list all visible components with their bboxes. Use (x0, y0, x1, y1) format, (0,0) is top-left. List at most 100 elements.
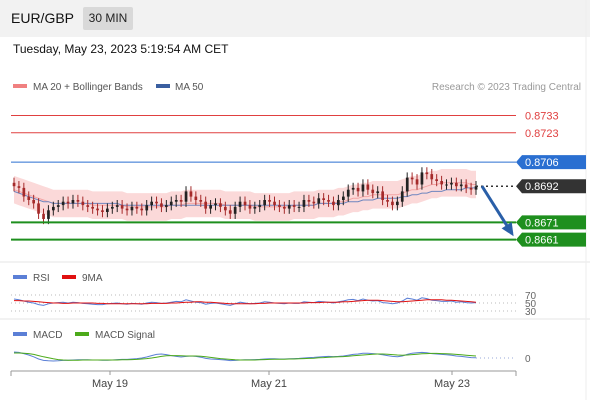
candle-body (22, 187, 26, 197)
rsi-tick-label: 30 (525, 307, 537, 318)
candle-body (42, 213, 45, 219)
candle-body (76, 200, 80, 202)
support-label: 0.8661 (525, 235, 559, 247)
candle-body (400, 191, 404, 202)
candle-body (238, 201, 242, 207)
rsi-ma-legend-swatch (62, 275, 76, 279)
candle-body (209, 205, 212, 209)
candle-body (420, 172, 424, 185)
macd-signal-legend-label: MACD Signal (95, 330, 155, 341)
candle-body (130, 206, 134, 211)
candle-body (27, 196, 31, 200)
candle-body (440, 181, 443, 185)
candle-body (366, 184, 370, 190)
candle-body (174, 200, 178, 202)
candle-body (469, 187, 473, 190)
candle-body (297, 206, 301, 208)
candle-body (194, 196, 198, 200)
candle-body (425, 172, 429, 175)
last-price-label: 0.8692 (525, 181, 559, 193)
candle-body (258, 205, 262, 207)
candle-body (228, 210, 232, 214)
candle-body (405, 177, 409, 192)
candle-body (253, 206, 257, 209)
candle-body (307, 200, 311, 202)
candle-body (356, 187, 360, 192)
candle-body (86, 205, 90, 207)
candle-body (204, 201, 207, 209)
candle-body (224, 206, 227, 211)
candle-body (351, 187, 355, 190)
candle-body (111, 206, 114, 209)
macd-legend-label: MACD (33, 330, 62, 341)
macd-panel: 0 (13, 351, 531, 365)
candle-body (91, 206, 94, 209)
candle-body (115, 205, 119, 207)
macd-legend-swatch (13, 332, 27, 336)
candle-body (52, 206, 55, 211)
candle-body (371, 189, 375, 194)
candle-body (386, 200, 389, 202)
pivot-label: 0.8706 (525, 157, 559, 169)
ma50-legend-swatch (156, 84, 170, 88)
candle-body (140, 208, 144, 211)
candle-body (125, 208, 129, 211)
candle-body (71, 200, 75, 204)
candle-body (219, 203, 222, 207)
candle-body (346, 189, 350, 197)
candle-body (376, 191, 380, 194)
candle-body (342, 196, 345, 200)
candle-body (233, 206, 237, 214)
candle-body (327, 200, 330, 202)
candle-body (283, 206, 286, 209)
candle-body (263, 200, 266, 206)
rsi-panel: 705030 (11, 291, 537, 318)
candle-body (430, 174, 434, 180)
candle-body (312, 201, 316, 204)
candle-body (391, 201, 394, 206)
chart-canvas: MA 20 + Bollinger Bands MA 50 Research ©… (0, 0, 590, 400)
candle-body (56, 205, 60, 207)
candle-body (37, 203, 40, 214)
x-axis: May 19 May 21 May 23 (92, 371, 470, 390)
candle-body (332, 201, 335, 206)
candle-body (410, 177, 414, 180)
candle-body (101, 210, 104, 212)
candle-body (214, 203, 217, 206)
candle-body (292, 205, 296, 207)
candle-body (278, 205, 281, 207)
candle-body (32, 200, 35, 204)
candle-body (268, 200, 271, 202)
resistance-label: 0.8733 (525, 111, 559, 123)
candle-body (96, 208, 99, 211)
price-panel: 0.8733 0.8723 0.8706 0.8692 0.8671 0.8661 (11, 111, 586, 247)
rsi-legend-label: RSI (33, 273, 50, 284)
candle-body (415, 179, 419, 185)
candle-body (248, 205, 252, 209)
rsi-ma-legend-label: 9MA (82, 273, 103, 284)
candle-body (317, 198, 321, 204)
candle-body (150, 201, 153, 206)
candle-body (47, 210, 50, 219)
candle-body (179, 200, 183, 202)
candle-body (322, 198, 325, 200)
candle-body (381, 191, 384, 200)
candle-body (169, 201, 173, 206)
candle-body (145, 205, 149, 211)
credit-text: Research © 2023 Trading Central (432, 82, 581, 93)
candle-body (445, 184, 448, 186)
support-label: 0.8671 (525, 217, 559, 229)
macd-signal-legend-swatch (75, 332, 89, 336)
candle-body (165, 205, 168, 207)
candle-body (120, 205, 124, 209)
candle-body (106, 208, 109, 212)
ma20-legend-swatch (13, 84, 27, 88)
candle-body (189, 191, 193, 197)
candle-body (243, 201, 247, 206)
candle-body (12, 182, 16, 187)
ma20-legend-label: MA 20 + Bollinger Bands (33, 82, 143, 93)
candle-body (337, 200, 340, 206)
candle-body (396, 201, 399, 206)
candle-body (135, 206, 139, 209)
candle-body (273, 201, 276, 206)
